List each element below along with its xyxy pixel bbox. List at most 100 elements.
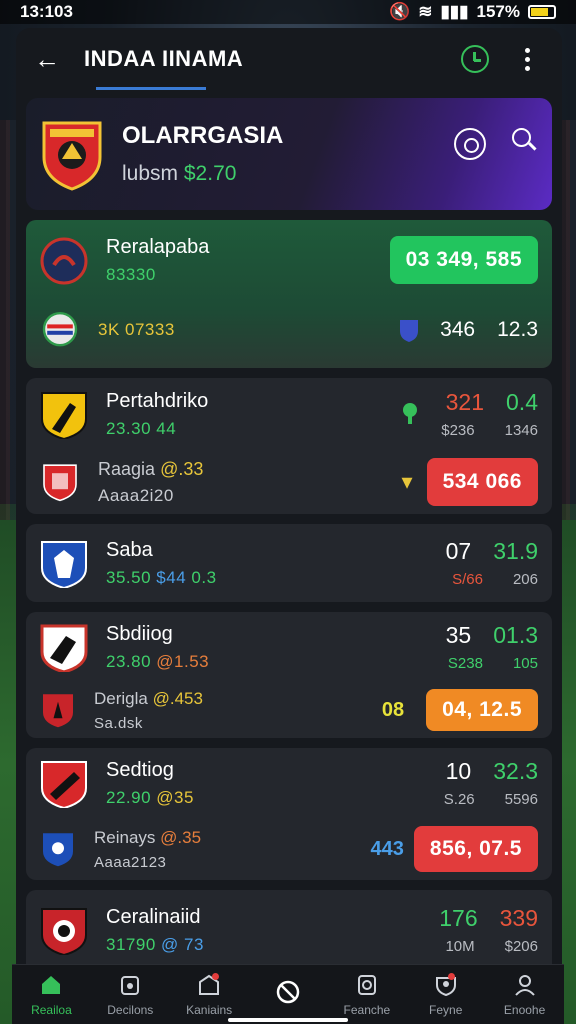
team2-name: Raagia: [98, 458, 156, 479]
search-icon[interactable]: [512, 128, 538, 154]
clock-icon: [461, 45, 489, 73]
score-home: 321: [445, 389, 485, 415]
team-name: Sbdiiog: [106, 622, 173, 645]
score-away: 01.3: [493, 622, 538, 648]
nav-label: Decilons: [107, 1002, 154, 1017]
featured-odds-button[interactable]: 03 349, 585: [389, 236, 538, 284]
odds-button[interactable]: 04, 12.5: [426, 689, 538, 731]
trophy-icon: [403, 403, 418, 424]
featured-num-2: 12.3: [497, 318, 538, 341]
nav-label: Enoohe: [503, 1002, 546, 1017]
team-hero-card[interactable]: OLARRGASIA lubsm $2.70: [26, 98, 552, 210]
nav-kaniains[interactable]: Kaniains: [170, 965, 249, 1024]
signal-icon: ▮▮▮: [440, 2, 469, 21]
odds-button[interactable]: 534 066: [426, 458, 538, 506]
flag-badge-icon: [42, 312, 78, 347]
nav-block[interactable]: [249, 965, 328, 1024]
team-meta-a: 22.90: [106, 787, 152, 807]
match-card[interactable]: Sbdiiog 23.80 @1.53 35 01.3 S238 105 Der…: [26, 612, 552, 738]
page-title: INDAA IINAMA: [84, 46, 244, 71]
team-meta-c: 0.3: [191, 567, 217, 587]
team2-sub: Aaaa2123: [94, 853, 167, 871]
block-icon: [276, 980, 300, 1003]
status-time: 13:103: [20, 2, 73, 21]
team-badge-icon: [41, 392, 87, 439]
team-meta: 23.30 44: [106, 418, 177, 438]
status-bar: 13:103 🔇 ≋ ▮▮▮ 157%: [0, 0, 576, 24]
team-badge-icon: [43, 464, 77, 502]
stat-2: 5596: [504, 791, 538, 808]
more-menu-button[interactable]: [510, 42, 544, 76]
team2-name: Derigla: [94, 688, 148, 708]
featured-match-card[interactable]: Reralapaba 83330 03 349, 585 3K 07333 34…: [26, 220, 552, 368]
stat-1: $236: [441, 422, 475, 439]
team2-meta: @.35: [160, 827, 202, 847]
team-meta-a: 35.50: [106, 567, 152, 587]
score-away: 31.9: [493, 538, 538, 564]
match-card[interactable]: Saba 35.50 $44 0.3 07 31.9 S/66 206: [26, 524, 552, 602]
nav-feanche[interactable]: Feanche: [327, 965, 406, 1024]
clipboard-icon: [357, 974, 376, 995]
top-app-bar: ← INDAA IINAMA: [16, 28, 562, 90]
home-indicator: [228, 1018, 348, 1022]
status-icons: 🔇 ≋ ▮▮▮ 157%: [389, 2, 556, 22]
nav-label: Kaniains: [186, 1002, 233, 1017]
tab-indicator: [96, 87, 206, 90]
score-home: 07: [445, 538, 472, 564]
team-badge-icon: [40, 624, 88, 672]
score-home: 10: [445, 758, 472, 784]
team-badge-icon: [41, 908, 87, 955]
odds-button[interactable]: 856, 07.5: [413, 826, 538, 872]
team-meta-b: @ 73: [161, 934, 204, 954]
mute-icon: 🔇: [389, 2, 411, 21]
hero-team-name: OLARRGASIA: [122, 122, 284, 149]
nav-feyne[interactable]: Feyne: [406, 965, 485, 1024]
stat-2: 1346: [504, 422, 538, 439]
team-badge-icon: [43, 694, 73, 728]
team-name: Pertahdriko: [106, 389, 209, 412]
nav-decisions[interactable]: Decilons: [91, 965, 170, 1024]
team-meta-b: @1.53: [156, 651, 210, 671]
team-crest-icon: [42, 121, 102, 191]
chevron-down-icon: ▾: [401, 469, 413, 494]
user-icon: [514, 974, 535, 996]
stat-1: S.26: [443, 791, 475, 808]
back-arrow-icon[interactable]: ←: [34, 44, 84, 75]
team-badge-icon: [40, 237, 88, 285]
nav-label: Feanche: [343, 1002, 391, 1017]
team2-name: Reinays: [94, 827, 156, 847]
shield-small-icon: [400, 320, 419, 342]
stat-2: 105: [512, 655, 538, 672]
stat-2: $206: [504, 938, 538, 955]
nav-label: Reailoa: [31, 1002, 72, 1017]
score-home: 176: [439, 905, 478, 931]
stats-icon[interactable]: [454, 128, 486, 160]
score-away: 0.4: [506, 389, 538, 415]
tag-label: 08: [381, 698, 405, 721]
team-badge-icon: [41, 761, 87, 808]
nav-label: Feyne: [429, 1002, 463, 1017]
featured-num-1: 346: [440, 318, 476, 341]
history-button[interactable]: [458, 42, 492, 76]
nav-profile[interactable]: Enoohe: [485, 965, 564, 1024]
app-window: ← INDAA IINAMA OLARRGASIA lubsm $2.70 Re…: [16, 28, 562, 1024]
team-name: Saba: [106, 538, 153, 561]
nav-home[interactable]: Reailoa: [12, 965, 91, 1024]
stat-2: 206: [512, 571, 538, 588]
bag-icon: [121, 975, 140, 995]
featured-team-name: Reralapaba: [106, 235, 210, 258]
stat-1: S238: [447, 655, 483, 672]
team-name: Ceralinaiid: [106, 905, 201, 928]
featured-meta: 83330: [106, 264, 156, 284]
team2-sub: Aaaa2i20: [98, 485, 174, 505]
stat-1: S/66: [452, 571, 483, 588]
match-card[interactable]: Sedtiog 22.90 @35 10 32.3 S.26 5596 Rein…: [26, 748, 552, 880]
hero-amount: $2.70: [183, 162, 237, 185]
home-icon: [42, 975, 61, 994]
team2-meta: @.453: [152, 688, 203, 708]
team-meta-b: $44: [156, 567, 187, 587]
match-card[interactable]: Pertahdriko 23.30 44 321 0.4 $236 1346 R…: [26, 378, 552, 514]
battery-percent: 157%: [476, 2, 520, 21]
kebab-icon: [524, 47, 530, 71]
score-away: 339: [499, 905, 538, 931]
